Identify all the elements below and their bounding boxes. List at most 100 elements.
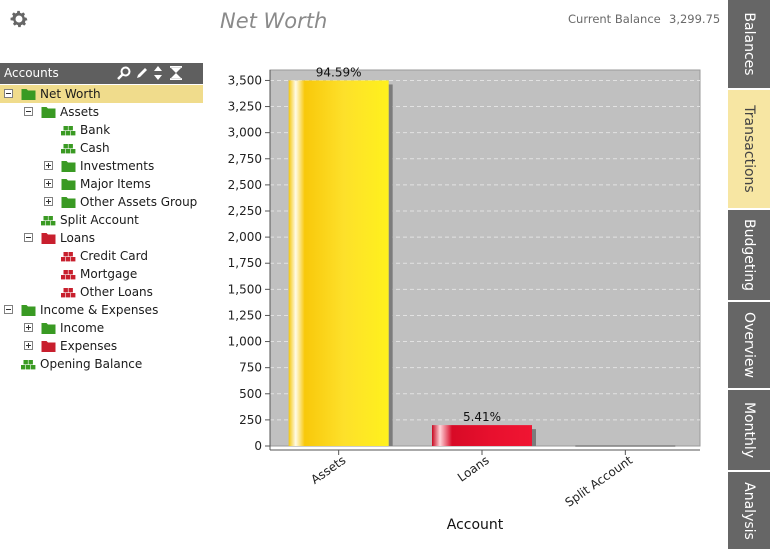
tree-item-label: Bank	[80, 123, 111, 137]
tab-label: Budgeting	[741, 218, 757, 292]
sort-icon[interactable]	[150, 65, 166, 81]
tree-item-label: Loans	[60, 231, 96, 245]
expand-icon[interactable]	[24, 341, 33, 350]
folder-icon	[61, 197, 76, 208]
account-icon	[61, 288, 76, 298]
accounts-panel-title: Accounts	[4, 66, 59, 80]
tab-label: Overview	[741, 312, 757, 378]
tab-balances[interactable]: Balances	[728, 0, 770, 90]
folder-icon	[41, 233, 56, 244]
tab-budgeting[interactable]: Budgeting	[728, 210, 770, 302]
tab-label: Balances	[741, 12, 757, 76]
tree-item-credit-card[interactable]: Credit Card	[0, 247, 203, 265]
y-tick-label: 1,000	[228, 335, 262, 349]
tab-label: Analysis	[741, 481, 757, 540]
tab-label: Transactions	[741, 105, 757, 193]
bar-loans	[432, 425, 532, 446]
collapse-icon[interactable]	[24, 233, 33, 242]
y-tick-label: 3,500	[228, 73, 262, 87]
expand-icon[interactable]	[44, 179, 53, 188]
tab-monthly[interactable]: Monthly	[728, 390, 770, 472]
tree-item-label: Assets	[60, 105, 100, 119]
tab-transactions[interactable]: Transactions	[728, 90, 770, 210]
folder-icon	[21, 89, 36, 100]
y-tick-label: 750	[239, 361, 262, 375]
y-tick-label: 250	[239, 413, 262, 427]
tree-item-mortgage[interactable]: Mortgage	[0, 265, 203, 283]
tab-analysis[interactable]: Analysis	[728, 472, 770, 551]
tree-item-label: Income	[60, 321, 105, 335]
tree-item-bank[interactable]: Bank	[0, 121, 203, 139]
collapse-icon[interactable]	[4, 305, 13, 314]
tree-item-label: Cash	[80, 141, 110, 155]
x-tick-label: Loans	[455, 453, 492, 485]
tree-item-assets[interactable]: Assets	[0, 103, 203, 121]
y-tick-label: 2,000	[228, 230, 262, 244]
tree-item-label: Other Loans	[80, 285, 153, 299]
edit-icon[interactable]	[134, 65, 150, 81]
y-tick-label: 2,250	[228, 204, 262, 218]
tree-item-cash[interactable]: Cash	[0, 139, 203, 157]
page-title: Net Worth	[220, 9, 328, 33]
tree-item-expenses[interactable]: Expenses	[0, 337, 203, 355]
data-label: 94.59%	[316, 65, 362, 79]
collapse-all-icon[interactable]	[168, 65, 184, 81]
view-tabs: Balances Transactions Budgeting Overview Mon…	[728, 0, 770, 551]
data-label: 5.41%	[463, 410, 501, 424]
bar-shadow	[388, 84, 393, 446]
tree-item-label: Split Account	[60, 213, 139, 227]
tree-item-income[interactable]: Income	[0, 319, 203, 337]
accounts-tree: Net Worth Assets Bank Cash Investments Major …	[0, 85, 203, 373]
bar-shadow	[532, 429, 536, 446]
current-balance-label: Current Balance	[568, 12, 661, 26]
y-tick-label: 3,000	[228, 126, 262, 140]
expand-icon[interactable]	[24, 323, 33, 332]
x-tick-label: Split Account	[562, 453, 635, 510]
y-tick-label: 2,750	[228, 152, 262, 166]
gear-icon[interactable]	[8, 8, 30, 30]
tree-item-label: Net Worth	[40, 87, 101, 101]
tree-item-label: Expenses	[60, 339, 118, 353]
tree-item-net-worth[interactable]: Net Worth	[0, 85, 203, 103]
tree-item-income-and-expenses[interactable]: Income & Expenses	[0, 301, 203, 319]
folder-icon	[21, 305, 36, 316]
tree-item-other-assets-group[interactable]: Other Assets Group	[0, 193, 203, 211]
tree-item-split-account[interactable]: Split Account	[0, 211, 203, 229]
bar-assets	[288, 80, 389, 446]
tree-item-loans[interactable]: Loans	[0, 229, 203, 247]
tree-item-label: Income & Expenses	[40, 303, 159, 317]
folder-icon	[61, 161, 76, 172]
folder-icon	[41, 341, 56, 352]
tree-item-label: Credit Card	[80, 249, 148, 263]
y-tick-label: 1,750	[228, 256, 262, 270]
tree-item-other-loans[interactable]: Other Loans	[0, 283, 203, 301]
expand-icon[interactable]	[44, 161, 53, 170]
y-tick-label: 3,250	[228, 100, 262, 114]
net-worth-chart: 0 250 500 750 1,000 1,250 1,500 1,750 2,000 2,250…	[228, 65, 701, 533]
account-icon	[61, 252, 76, 262]
x-tick-label: Assets	[308, 453, 348, 487]
y-tick-label: 2,500	[228, 178, 262, 192]
y-tick-label: 1,250	[228, 308, 262, 322]
search-icon[interactable]	[116, 65, 132, 81]
tree-item-label: Investments	[80, 159, 155, 173]
collapse-icon[interactable]	[4, 89, 13, 98]
tree-item-label: Other Assets Group	[80, 195, 198, 209]
account-icon	[21, 360, 36, 370]
tree-item-opening-balance[interactable]: Opening Balance	[0, 355, 203, 373]
tree-item-major-items[interactable]: Major Items	[0, 175, 203, 193]
tab-overview[interactable]: Overview	[728, 302, 770, 390]
tree-item-label: Major Items	[80, 177, 151, 191]
folder-icon	[41, 107, 56, 118]
y-tick-label: 500	[239, 387, 262, 401]
y-tick-label: 1,500	[228, 282, 262, 296]
accounts-panel-header: Accounts	[0, 63, 203, 84]
collapse-icon[interactable]	[24, 107, 33, 116]
folder-icon	[41, 323, 56, 334]
tree-item-investments[interactable]: Investments	[0, 157, 203, 175]
folder-icon	[61, 179, 76, 190]
tree-item-label: Opening Balance	[40, 357, 143, 371]
y-tick-label: 0	[254, 439, 262, 453]
tree-item-label: Mortgage	[80, 267, 138, 281]
expand-icon[interactable]	[44, 197, 53, 206]
